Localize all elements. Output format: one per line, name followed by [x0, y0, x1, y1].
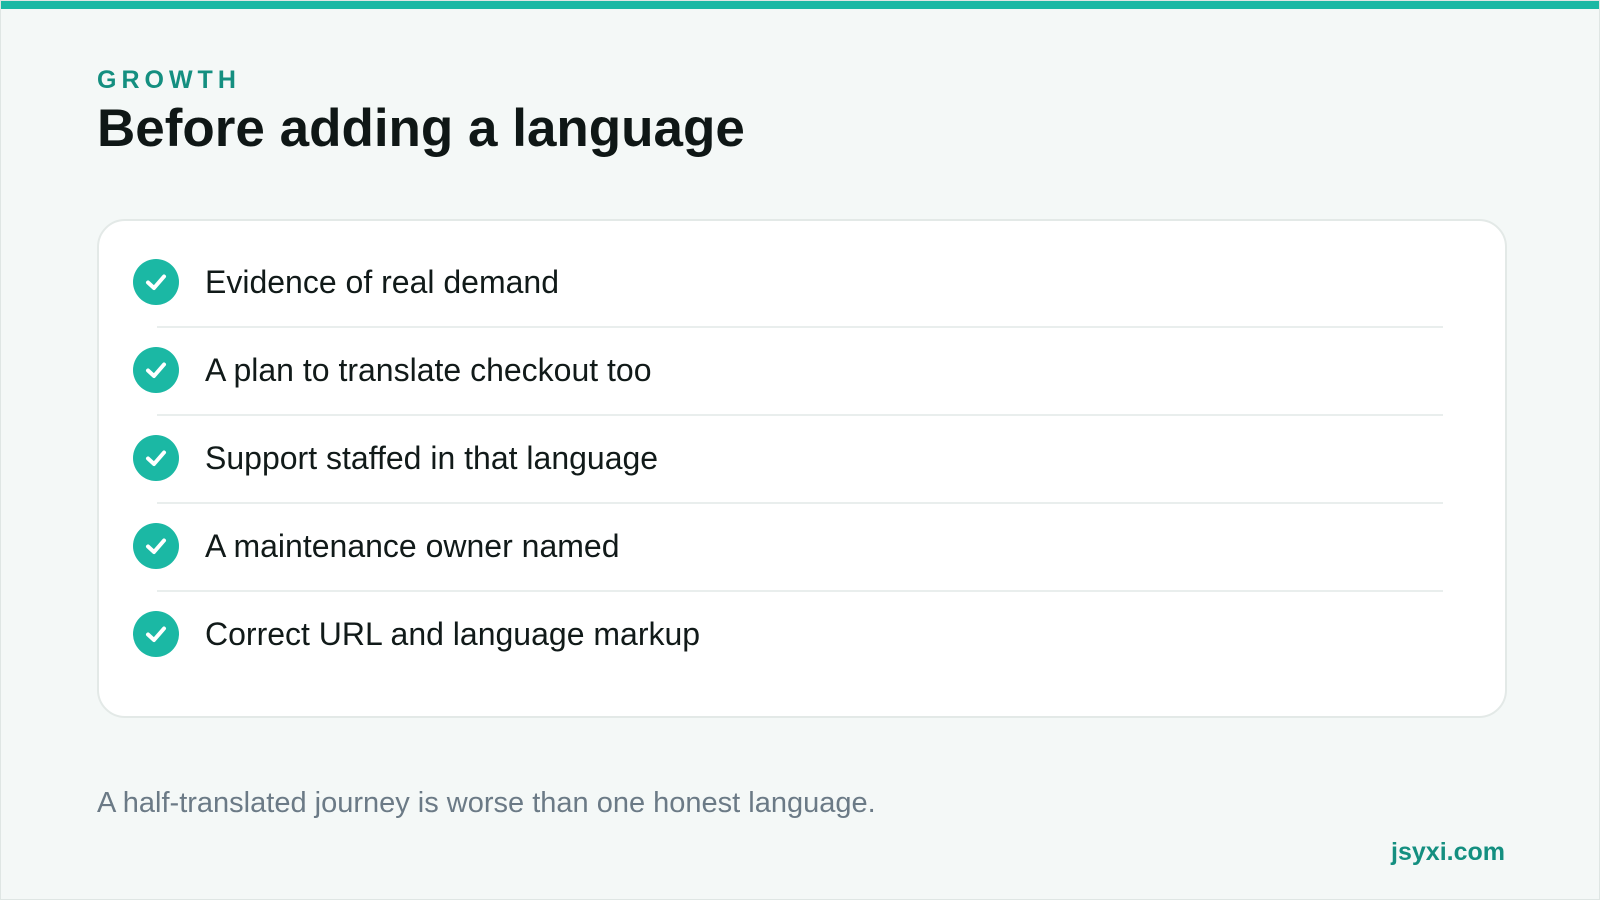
checklist-item: A plan to translate checkout too [133, 326, 1443, 414]
check-circle-icon [133, 611, 179, 657]
checklist-item-label: Support staffed in that language [205, 440, 659, 476]
slide: GROWTH Before adding a language Evidence… [0, 0, 1600, 900]
page-title: Before adding a language [97, 99, 745, 158]
check-circle-icon [133, 523, 179, 569]
check-circle-icon [133, 347, 179, 393]
checklist: Evidence of real demand A plan to transl… [133, 238, 1443, 678]
check-circle-icon [133, 259, 179, 305]
checklist-item-label: Correct URL and language markup [205, 616, 701, 652]
checklist-item: Correct URL and language markup [133, 590, 1443, 678]
checklist-item-label: A plan to translate checkout too [205, 352, 652, 388]
check-circle-icon [133, 435, 179, 481]
checklist-card: Evidence of real demand A plan to transl… [97, 219, 1507, 718]
checklist-item: Support staffed in that language [133, 414, 1443, 502]
checklist-item: Evidence of real demand [133, 238, 1443, 326]
checklist-item: A maintenance owner named [133, 502, 1443, 590]
brand-link[interactable]: jsyxi.com [1391, 837, 1505, 867]
checklist-item-label: Evidence of real demand [205, 264, 559, 300]
accent-top-bar [1, 1, 1599, 9]
section-eyebrow: GROWTH [97, 66, 241, 94]
checklist-item-label: A maintenance owner named [205, 528, 620, 564]
footnote: A half-translated journey is worse than … [97, 787, 876, 819]
